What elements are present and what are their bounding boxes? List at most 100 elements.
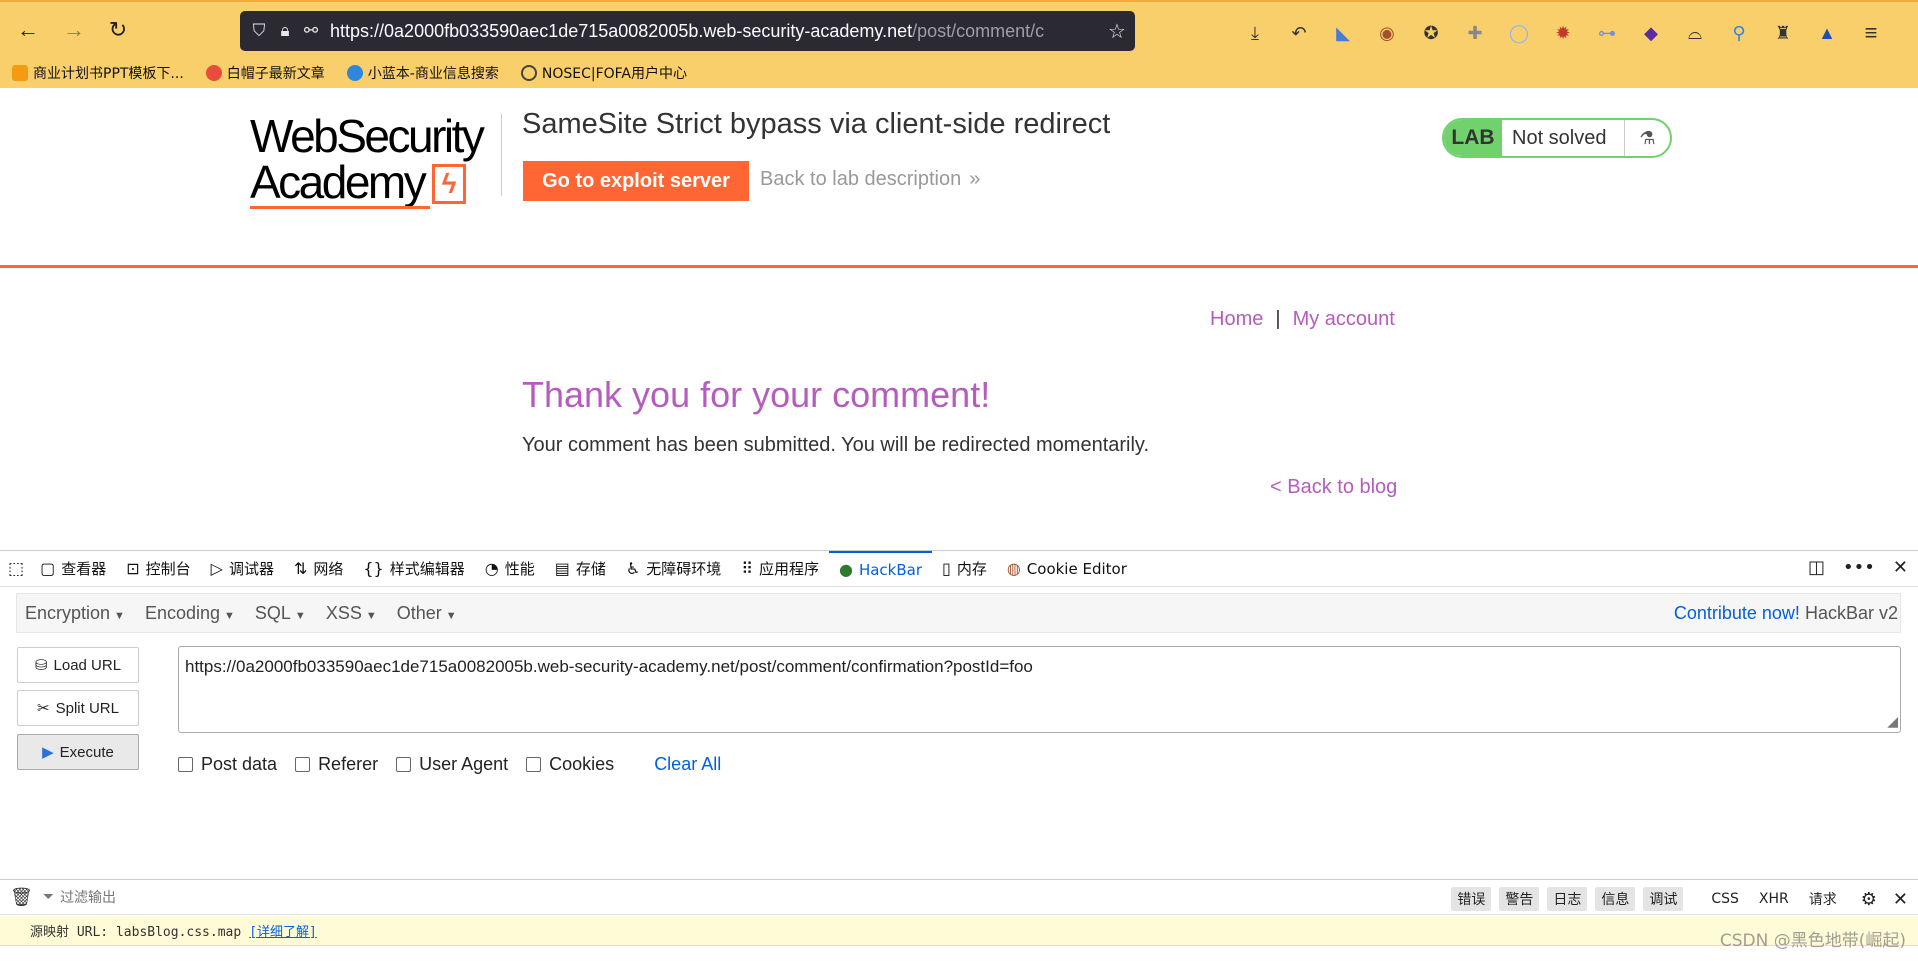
tab-storage[interactable]: ▤ 存储 bbox=[545, 551, 616, 587]
filter-logs[interactable]: 日志 bbox=[1547, 887, 1588, 911]
play-icon: ▶ bbox=[42, 744, 54, 761]
funnel-icon: ⏷ bbox=[42, 889, 55, 905]
bookmark-item[interactable]: 小蓝本-商业信息搜索 bbox=[346, 63, 499, 83]
menu-encoding[interactable]: Encoding ▼ bbox=[137, 603, 247, 624]
filter-errors[interactable]: 错误 bbox=[1451, 887, 1492, 911]
filter-info[interactable]: 信息 bbox=[1595, 887, 1636, 911]
resize-grip-icon[interactable]: ◢ bbox=[1887, 713, 1898, 730]
console-icon: ⊡ bbox=[126, 559, 140, 578]
close-console-icon[interactable]: ✕ bbox=[1893, 889, 1908, 910]
back-to-lab-description-link[interactable]: Back to lab description » bbox=[760, 168, 980, 191]
tab-memory[interactable]: ▯ 内存 bbox=[932, 551, 997, 587]
settings-gear-icon[interactable]: ⚙ bbox=[1861, 889, 1877, 910]
tab-style-editor[interactable]: {} 样式编辑器 bbox=[353, 551, 474, 587]
address-bar[interactable]: ⛉ 🔒︎ ⚯ https://0a2000fb033590aec1de715a0… bbox=[240, 11, 1135, 51]
extensions-row: ⤓ ↶ ◣ ◉ ✪ ✚ ◯ ✹ ⊶ ◆ ⌓ ⚲ ♜ ▲ ≡ bbox=[1240, 18, 1886, 48]
tab-inspector[interactable]: ▢ 查看器 bbox=[30, 551, 116, 587]
close-icon[interactable]: ✕ bbox=[1893, 557, 1908, 578]
menu-xss[interactable]: XSS ▼ bbox=[318, 603, 389, 624]
ext-circle-icon[interactable]: ◯ bbox=[1504, 18, 1534, 48]
forward-arrow-icon[interactable]: → bbox=[58, 14, 90, 46]
bookmark-item[interactable]: 白帽子最新文章 bbox=[205, 63, 325, 83]
shield-icon[interactable]: ⛉ bbox=[246, 21, 272, 41]
execute-button[interactable]: ▶ Execute bbox=[17, 734, 139, 770]
double-chevron-right-icon: » bbox=[969, 168, 981, 190]
download-icon[interactable]: ⤓ bbox=[1240, 18, 1270, 48]
filter-output-input[interactable]: ⏷ 过滤输出 bbox=[43, 887, 116, 907]
web-security-academy-logo[interactable]: WebSecurity Academy ϟ bbox=[250, 113, 500, 209]
tab-accessibility[interactable]: ♿ 无障碍环境 bbox=[616, 551, 731, 587]
undo-icon[interactable]: ↶ bbox=[1284, 18, 1314, 48]
cookies-checkbox[interactable]: Cookies bbox=[526, 754, 614, 775]
ext-cookie2-icon[interactable]: ✪ bbox=[1416, 18, 1446, 48]
hackbar-contribute: Contribute now! HackBar v2 bbox=[1673, 603, 1898, 623]
url-text[interactable]: https://0a2000fb033590aec1de715a0082005b… bbox=[324, 21, 1099, 42]
tab-cookie-editor[interactable]: ◍ Cookie Editor bbox=[997, 551, 1137, 587]
tab-hackbar[interactable]: ● HackBar bbox=[828, 550, 932, 587]
bookmark-star-icon[interactable]: ☆ bbox=[1099, 19, 1135, 44]
tab-performance[interactable]: ◔ 性能 bbox=[475, 551, 545, 587]
reload-icon[interactable]: ↻ bbox=[102, 14, 134, 46]
learn-more-link[interactable]: [详细了解] bbox=[249, 921, 317, 940]
dock-icon[interactable]: ◫ bbox=[1808, 557, 1825, 578]
nav-my-account-link[interactable]: My account bbox=[1293, 308, 1395, 331]
bookmarks-bar: 商业计划书PPT模板下... 白帽子最新文章 小蓝本-商业信息搜索 NOSEC|… bbox=[0, 58, 687, 88]
memory-icon: ▯ bbox=[942, 559, 951, 578]
trash-icon[interactable]: 🗑︎ bbox=[10, 887, 33, 908]
ext-triangle-icon[interactable]: ▲ bbox=[1812, 18, 1842, 48]
more-options-icon[interactable]: ••• bbox=[1843, 557, 1875, 578]
tab-debugger[interactable]: ▷ 调试器 bbox=[201, 551, 284, 587]
contribute-now-link[interactable]: Contribute now! bbox=[1674, 603, 1800, 623]
caret-down-icon: ▼ bbox=[114, 609, 125, 622]
tab-network[interactable]: ⇅ 网络 bbox=[284, 551, 353, 587]
ext-puzzle-icon[interactable]: ✚ bbox=[1460, 18, 1490, 48]
post-data-checkbox[interactable]: Post data bbox=[178, 754, 277, 775]
referer-checkbox[interactable]: Referer bbox=[295, 754, 378, 775]
nav-home-link[interactable]: Home bbox=[1210, 308, 1263, 331]
ext-diamond-icon[interactable]: ◆ bbox=[1636, 18, 1666, 48]
globe-icon bbox=[520, 65, 537, 81]
lab-title: SameSite Strict bypass via client-side r… bbox=[522, 108, 1111, 140]
ext-spy-icon[interactable]: ♜ bbox=[1768, 18, 1798, 48]
filter-debug[interactable]: 调试 bbox=[1643, 887, 1684, 911]
lab-header: WebSecurity Academy ϟ SameSite Strict by… bbox=[0, 88, 1918, 268]
hackbar-options: Post data Referer User Agent Cookies Cle… bbox=[178, 754, 721, 775]
ext-bird-icon[interactable]: ◣ bbox=[1328, 18, 1358, 48]
ext-cookie-icon[interactable]: ◉ bbox=[1372, 18, 1402, 48]
permissions-icon[interactable]: ⚯ bbox=[298, 21, 324, 41]
filter-warnings[interactable]: 警告 bbox=[1499, 887, 1540, 911]
filter-xhr[interactable]: XHR bbox=[1753, 889, 1795, 909]
user-agent-checkbox[interactable]: User Agent bbox=[396, 754, 508, 775]
clear-all-link[interactable]: Clear All bbox=[654, 754, 721, 775]
ext-toggle-icon[interactable]: ⊶ bbox=[1592, 18, 1622, 48]
menu-sql[interactable]: SQL ▼ bbox=[247, 603, 318, 624]
filter-css[interactable]: CSS bbox=[1705, 889, 1745, 909]
bookmark-item[interactable]: NOSEC|FOFA用户中心 bbox=[520, 63, 687, 83]
menu-encryption[interactable]: Encryption ▼ bbox=[17, 603, 137, 624]
ext-sun-icon[interactable]: ✹ bbox=[1548, 18, 1578, 48]
hackbar-url-input[interactable]: https://0a2000fb033590aec1de715a0082005b… bbox=[178, 646, 1901, 733]
tab-console[interactable]: ⊡ 控制台 bbox=[116, 551, 200, 587]
confirmation-text: Your comment has been submitted. You wil… bbox=[522, 434, 1150, 456]
back-arrow-icon[interactable]: ← bbox=[12, 14, 44, 46]
load-url-button[interactable]: ⛁ Load URL bbox=[17, 647, 139, 683]
menu-icon[interactable]: ≡ bbox=[1856, 18, 1886, 48]
ext-pin-icon[interactable]: ⚲ bbox=[1724, 18, 1754, 48]
bookmark-favicon-icon bbox=[346, 65, 363, 81]
cookie-icon: ◍ bbox=[1006, 559, 1021, 578]
menu-other[interactable]: Other ▼ bbox=[389, 603, 469, 624]
split-url-button[interactable]: ✂ Split URL bbox=[17, 690, 139, 726]
bookmark-item[interactable]: 商业计划书PPT模板下... bbox=[12, 63, 184, 83]
hackbar-menu: Encryption ▼ Encoding ▼ SQL ▼ XSS ▼ Other ▼ C… bbox=[16, 593, 1901, 633]
lock-icon[interactable]: 🔒︎ bbox=[272, 21, 298, 41]
confirmation-title: Thank you for your comment! bbox=[522, 374, 991, 415]
accessibility-icon: ♿ bbox=[625, 559, 641, 578]
storage-icon: ▤ bbox=[554, 559, 570, 578]
ext-hat-icon[interactable]: ⌓ bbox=[1680, 18, 1710, 48]
element-picker-icon[interactable]: ⬚ bbox=[0, 551, 30, 587]
back-to-blog-link[interactable]: < Back to blog bbox=[1270, 476, 1397, 499]
tab-application[interactable]: ⠿ 应用程序 bbox=[731, 551, 829, 587]
devtools-window-controls: ◫ ••• ✕ bbox=[1808, 557, 1908, 578]
go-to-exploit-server-button[interactable]: Go to exploit server bbox=[523, 161, 749, 201]
filter-requests[interactable]: 请求 bbox=[1803, 887, 1843, 911]
